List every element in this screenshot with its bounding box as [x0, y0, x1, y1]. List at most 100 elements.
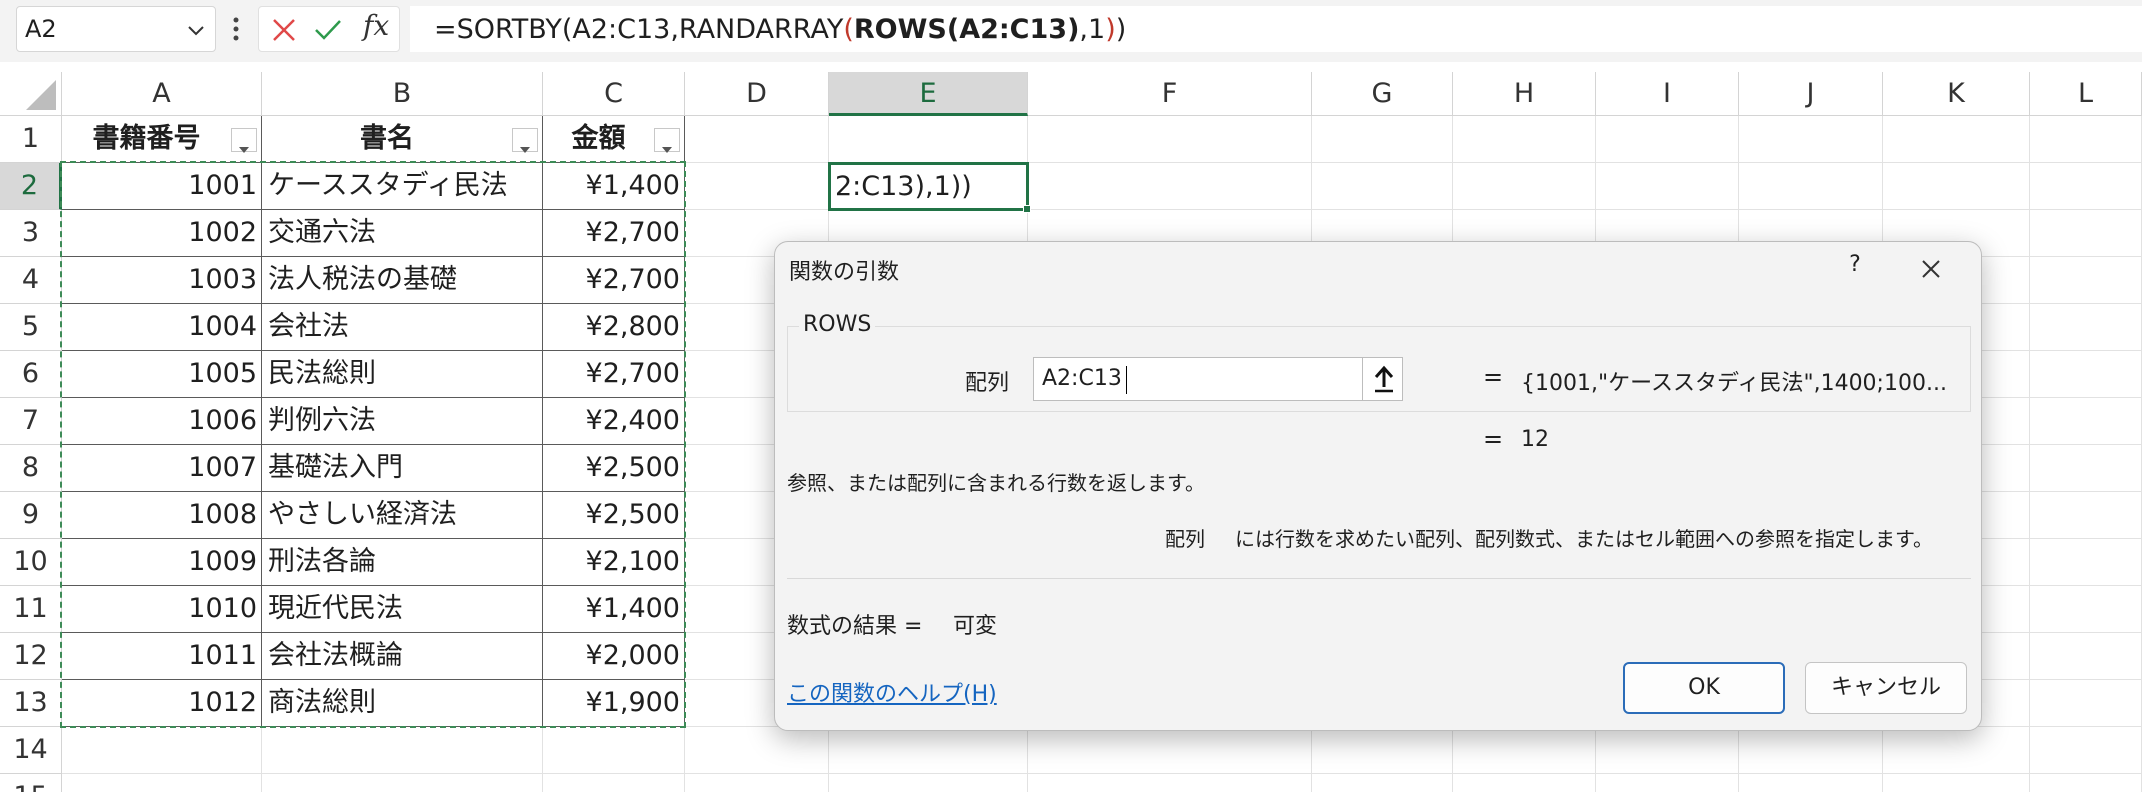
table-cell[interactable]: ¥2,100: [543, 539, 685, 586]
help-button[interactable]: ?: [1835, 252, 1875, 277]
cell[interactable]: [543, 727, 685, 774]
cell[interactable]: [1453, 727, 1596, 774]
row-header-14[interactable]: 14: [0, 727, 62, 774]
row-header-11[interactable]: 11: [0, 586, 62, 633]
row-header-8[interactable]: 8: [0, 445, 62, 492]
table-cell[interactable]: 1006: [62, 398, 262, 445]
table-header-cell[interactable]: 書名: [262, 116, 543, 163]
active-cell-editor[interactable]: 2:C13),1)): [828, 162, 1031, 213]
cell[interactable]: [1028, 163, 1312, 210]
table-header-cell[interactable]: 金額: [543, 116, 685, 163]
table-cell[interactable]: 現近代民法: [262, 586, 543, 633]
cell[interactable]: [2030, 304, 2142, 351]
table-cell[interactable]: 1011: [62, 633, 262, 680]
table-cell[interactable]: ¥2,500: [543, 445, 685, 492]
row-header-1[interactable]: 1: [0, 116, 62, 163]
table-cell[interactable]: 基礎法入門: [262, 445, 543, 492]
cell[interactable]: [1312, 727, 1453, 774]
row-header-10[interactable]: 10: [0, 539, 62, 586]
more-options-icon[interactable]: [228, 12, 244, 46]
cell[interactable]: [1596, 116, 1739, 163]
close-icon[interactable]: [1911, 252, 1951, 286]
table-cell[interactable]: 交通六法: [262, 210, 543, 257]
table-cell[interactable]: 会社法: [262, 304, 543, 351]
row-header-4[interactable]: 4: [0, 257, 62, 304]
cancel-x-icon[interactable]: [269, 15, 299, 45]
row-header-12[interactable]: 12: [0, 633, 62, 680]
column-header-l[interactable]: L: [2030, 72, 2142, 116]
collapse-dialog-button[interactable]: [1362, 357, 1404, 401]
column-header-h[interactable]: H: [1453, 72, 1596, 116]
table-cell[interactable]: 会社法概論: [262, 633, 543, 680]
formula-input[interactable]: =SORTBY(A2:C13,RANDARRAY(ROWS(A2:C13),1)…: [410, 6, 2142, 52]
cell[interactable]: [1453, 163, 1596, 210]
cell[interactable]: [1739, 774, 1883, 792]
cell[interactable]: [2030, 727, 2142, 774]
row-header-7[interactable]: 7: [0, 398, 62, 445]
cell[interactable]: [2030, 774, 2142, 792]
cell[interactable]: [1453, 774, 1596, 792]
cell[interactable]: [829, 774, 1028, 792]
table-cell[interactable]: 1004: [62, 304, 262, 351]
table-cell[interactable]: ¥2,700: [543, 210, 685, 257]
cell[interactable]: [1028, 727, 1312, 774]
check-icon[interactable]: [313, 15, 343, 45]
chevron-down-icon[interactable]: [185, 19, 207, 41]
cell[interactable]: [2030, 586, 2142, 633]
cell[interactable]: [262, 727, 543, 774]
cell[interactable]: [1739, 116, 1883, 163]
ok-button[interactable]: OK: [1623, 662, 1785, 714]
filter-dropdown-icon[interactable]: [512, 128, 538, 153]
cancel-button[interactable]: キャンセル: [1805, 662, 1967, 714]
cell[interactable]: [2030, 210, 2142, 257]
cell[interactable]: [1596, 727, 1739, 774]
cell[interactable]: [2030, 539, 2142, 586]
insert-function-icon[interactable]: fx: [363, 9, 389, 42]
table-header-cell[interactable]: 書籍番号: [62, 116, 262, 163]
table-cell[interactable]: ¥1,900: [543, 680, 685, 727]
table-cell[interactable]: ¥2,000: [543, 633, 685, 680]
cell[interactable]: [2030, 633, 2142, 680]
cell[interactable]: [2030, 163, 2142, 210]
column-header-j[interactable]: J: [1739, 72, 1883, 116]
cell[interactable]: [1883, 116, 2030, 163]
row-header-6[interactable]: 6: [0, 351, 62, 398]
table-cell[interactable]: ¥2,800: [543, 304, 685, 351]
table-cell[interactable]: 1008: [62, 492, 262, 539]
cell[interactable]: [262, 774, 543, 792]
cell[interactable]: [685, 774, 829, 792]
table-cell[interactable]: 刑法各論: [262, 539, 543, 586]
table-cell[interactable]: 1005: [62, 351, 262, 398]
row-header-2[interactable]: 2: [0, 163, 62, 210]
cell[interactable]: [1739, 163, 1883, 210]
cell[interactable]: [829, 116, 1028, 163]
name-box[interactable]: A2: [16, 6, 216, 52]
column-header-d[interactable]: D: [685, 72, 829, 116]
table-cell[interactable]: 1001: [62, 163, 262, 210]
table-cell[interactable]: 1009: [62, 539, 262, 586]
cell[interactable]: [62, 727, 262, 774]
column-header-g[interactable]: G: [1312, 72, 1453, 116]
cell[interactable]: [62, 774, 262, 792]
cell[interactable]: [1312, 116, 1453, 163]
table-cell[interactable]: ¥2,500: [543, 492, 685, 539]
row-header-15[interactable]: 15: [0, 774, 62, 792]
column-header-i[interactable]: I: [1596, 72, 1739, 116]
cell[interactable]: [2030, 257, 2142, 304]
table-cell[interactable]: 法人税法の基礎: [262, 257, 543, 304]
cell[interactable]: [2030, 116, 2142, 163]
table-cell[interactable]: 1003: [62, 257, 262, 304]
cell[interactable]: [2030, 351, 2142, 398]
column-header-f[interactable]: F: [1028, 72, 1312, 116]
cell[interactable]: [829, 727, 1028, 774]
table-cell[interactable]: ケーススタディ民法: [262, 163, 543, 210]
row-header-9[interactable]: 9: [0, 492, 62, 539]
cell[interactable]: [2030, 680, 2142, 727]
table-cell[interactable]: ¥2,700: [543, 351, 685, 398]
table-cell[interactable]: 1007: [62, 445, 262, 492]
table-cell[interactable]: ¥1,400: [543, 163, 685, 210]
cell[interactable]: [1596, 774, 1739, 792]
cell[interactable]: [685, 116, 829, 163]
column-header-b[interactable]: B: [262, 72, 543, 116]
cell[interactable]: [1312, 163, 1453, 210]
